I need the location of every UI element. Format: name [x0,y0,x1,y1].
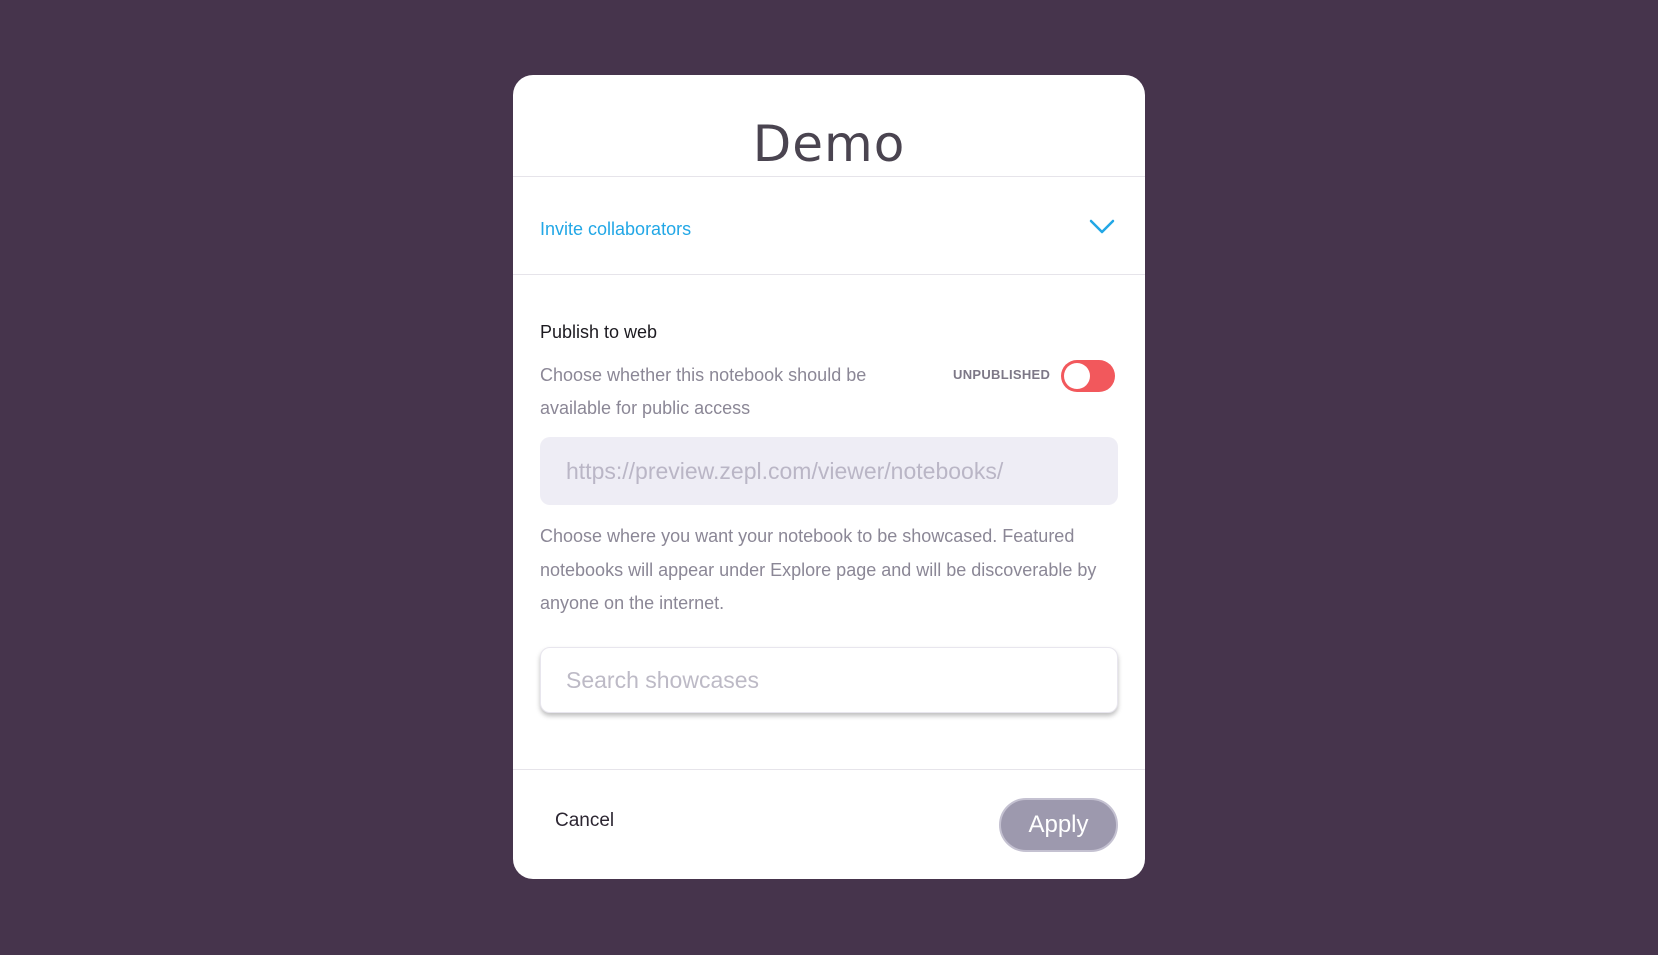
publish-dialog: Demo Invite collaborators Publish to web… [513,75,1145,879]
apply-button[interactable]: Apply [999,798,1118,852]
footer-divider [513,769,1145,770]
dialog-title: Demo [752,115,906,173]
title-divider [513,176,1145,177]
publish-description: Choose whether this notebook should be a… [540,365,867,418]
publish-status-label: UNPUBLISHED [953,367,1051,382]
chevron-down-icon[interactable] [1088,215,1116,237]
toggle-knob [1064,363,1090,389]
showcase-description: Choose where you want your notebook to b… [540,526,1097,613]
invite-collaborators-link[interactable]: Invite collaborators [540,219,691,240]
publish-heading: Publish to web [540,322,658,342]
invite-divider [513,274,1145,275]
notebook-url-field[interactable] [540,437,1118,505]
search-showcases-input[interactable] [540,647,1118,713]
publish-toggle[interactable] [1061,360,1115,392]
cancel-button[interactable]: Cancel [555,810,614,832]
